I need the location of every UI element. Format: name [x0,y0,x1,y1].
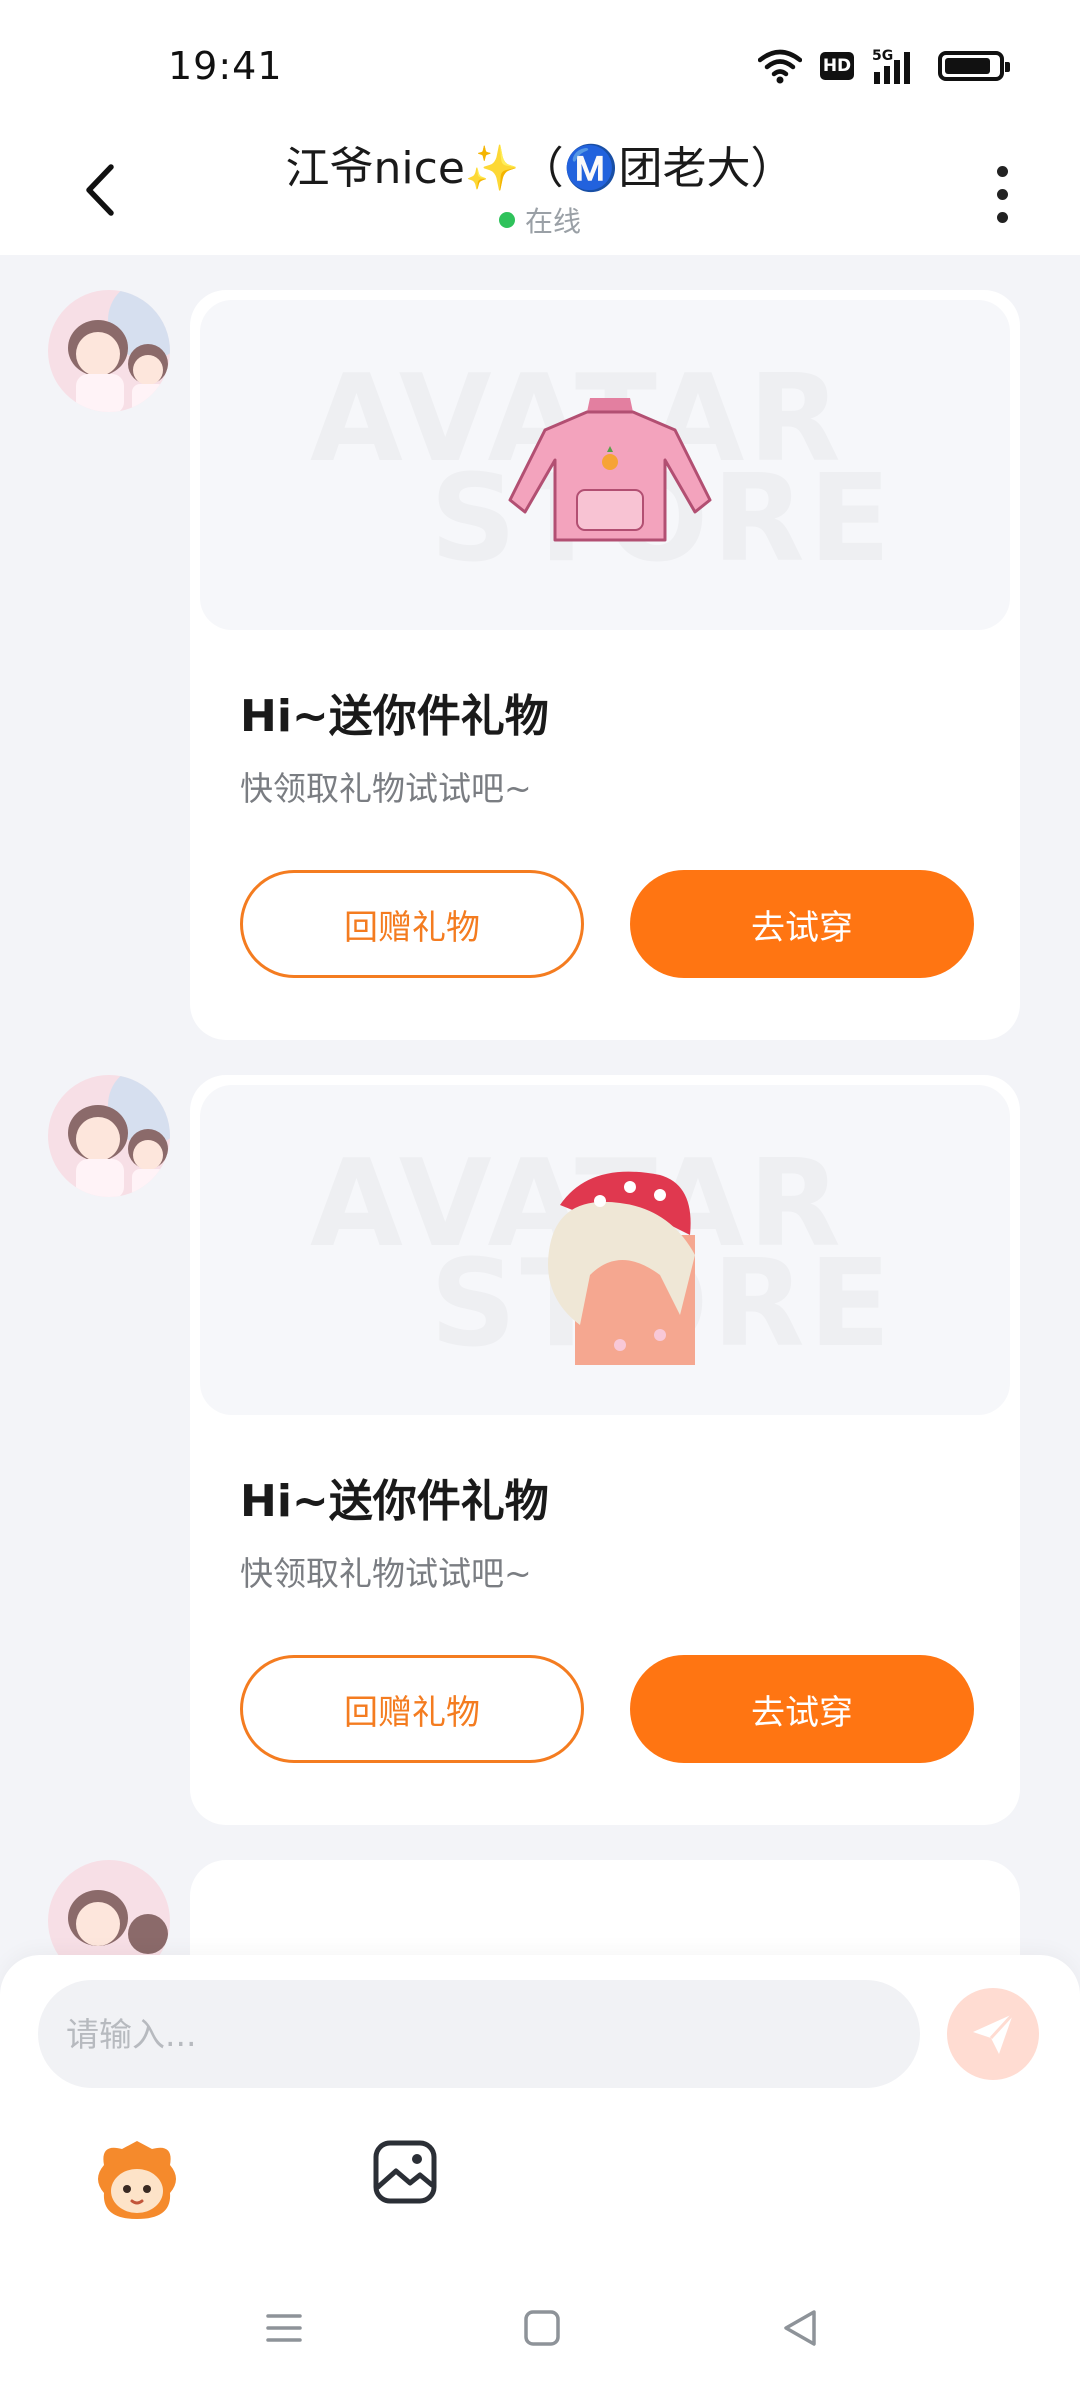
wifi-icon [758,49,802,84]
gift-card: AVATAR STORE Hi~送你件礼物 快领取礼物试试吧~ 回赠礼物 去试穿 [190,1075,1020,1825]
svg-text:5G: 5G [872,48,893,64]
chat-screen: 19:41 HD 5G 江爷nice✨（Ⓜ️团老大） 在线 Hi~送你件礼物 快… [0,0,1080,2400]
gift-subtitle: 快领取礼物试试吧~ [240,769,532,808]
emoji-button[interactable] [92,2135,182,2225]
try-on-button[interactable]: 去试穿 [630,870,974,978]
return-gift-button[interactable]: 回赠礼物 [240,870,584,978]
more-dot-icon [996,188,1008,200]
gift-title: Hi~送你件礼物 [240,691,549,742]
try-on-button[interactable]: 去试穿 [630,1655,974,1763]
menu-icon[interactable] [264,2308,304,2348]
return-gift-button[interactable]: 回赠礼物 [240,1655,584,1763]
send-button[interactable] [947,1988,1039,2080]
more-dot-icon [996,211,1008,223]
mascot-emoji-icon [98,2141,176,2219]
title-block: 江爷nice✨（Ⓜ️团老大） 在线 [150,130,930,240]
avatar[interactable] [48,290,170,412]
image-button[interactable] [370,2137,440,2207]
send-icon [973,2012,1015,2054]
status-time: 19:41 [168,44,283,88]
signal-5g-icon: 5G [872,48,910,84]
image-icon [373,2140,437,2204]
battery-icon [938,51,1010,81]
gift-card: AVATAR STORE Hi~送你件礼物 快领取礼物试试吧~ 回赠礼物 去试穿 [190,290,1020,1040]
system-nav-bar [0,2270,1080,2400]
avatar[interactable] [48,1075,170,1197]
chat-title: 江爷nice✨（Ⓜ️团老大） [285,143,795,194]
gift-title: Hi~送你件礼物 [240,1476,549,1527]
gift-subtitle: 快领取礼物试试吧~ [240,1554,532,1593]
hd-badge: HD [820,52,854,80]
nav-back-icon[interactable] [780,2308,820,2348]
chevron-left-icon [86,164,114,216]
hair-headpiece-image [548,1171,695,1365]
gift-preview[interactable]: AVATAR STORE [200,300,1010,630]
gift-preview[interactable]: AVATAR STORE [200,1085,1010,1415]
status-bar: 19:41 HD 5G [0,0,1080,130]
chat-header: 江爷nice✨（Ⓜ️团老大） 在线 [0,130,1080,255]
online-status: 在线 [150,200,930,240]
online-status-label: 在线 [524,205,581,238]
more-dot-icon [996,165,1008,177]
pink-shirt-image [508,398,712,542]
back-button[interactable] [60,150,140,230]
status-icons: HD 5G [758,46,1010,86]
more-options-button[interactable] [972,154,1032,234]
online-dot [498,212,515,228]
message-input[interactable] [38,1980,920,2088]
home-icon[interactable] [522,2308,562,2348]
